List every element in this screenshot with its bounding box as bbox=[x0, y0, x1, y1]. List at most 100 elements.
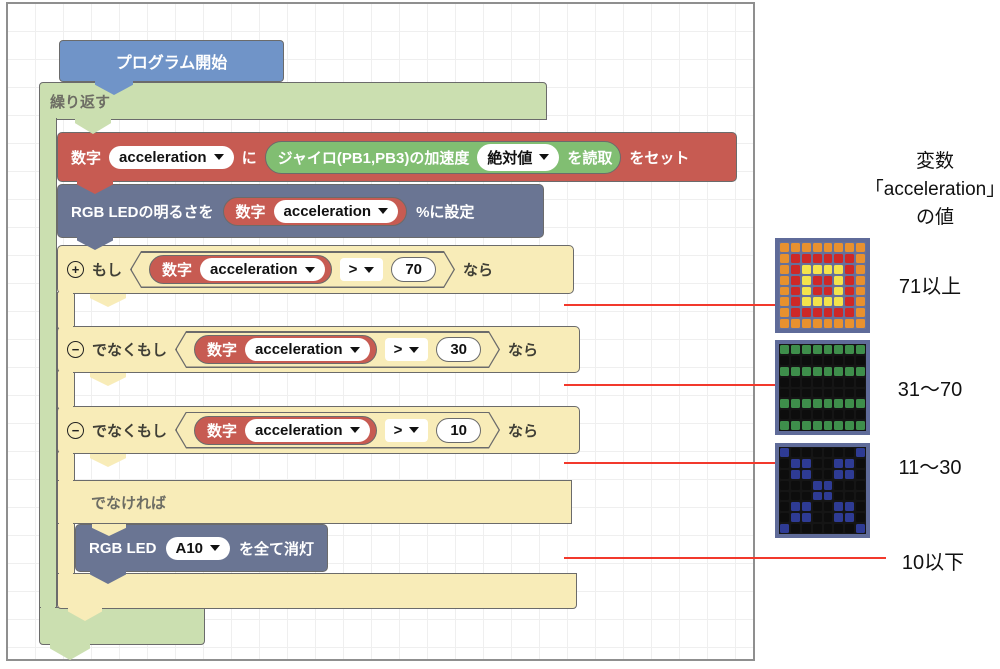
absolute-value-dropdown[interactable]: 絶対値 bbox=[477, 143, 560, 171]
collapse-icon[interactable]: − bbox=[67, 421, 84, 439]
block-seam-patch bbox=[59, 478, 73, 482]
elif-header-block[interactable]: − でなくもし 数字 acceleration > bbox=[57, 406, 580, 454]
led-cell bbox=[801, 297, 811, 307]
led-cell bbox=[801, 502, 811, 512]
led-cell bbox=[780, 480, 789, 490]
led-cell bbox=[812, 410, 822, 420]
led-cell bbox=[856, 421, 865, 430]
variable-dropdown-value: acceleration bbox=[255, 421, 343, 439]
led-cell bbox=[801, 355, 811, 365]
workspace-canvas[interactable]: 繰り返す プログラム開始 数字 acceleration に ジャイロ(PB1,… bbox=[6, 2, 755, 661]
led-cell bbox=[790, 524, 800, 533]
if-header-block[interactable]: + もし 数字 acceleration > 70 なら bbox=[57, 245, 574, 294]
led-cell bbox=[812, 513, 822, 523]
led-cell bbox=[801, 264, 811, 274]
led-cell bbox=[780, 377, 789, 387]
brightness-suffix-label: %に設定 bbox=[416, 203, 475, 221]
led-cell bbox=[834, 524, 844, 533]
connector-line-71 bbox=[564, 304, 775, 306]
led-cell bbox=[790, 448, 800, 457]
led-cell bbox=[834, 377, 844, 387]
slot-connector-tab bbox=[90, 373, 126, 386]
led-cell bbox=[801, 421, 811, 430]
led-cell bbox=[790, 308, 800, 318]
operator-dropdown[interactable]: > bbox=[339, 258, 384, 281]
particle-label: に bbox=[241, 149, 257, 167]
led-cell bbox=[823, 448, 833, 457]
legend-title: 変数 「acceleration」 の値 bbox=[830, 148, 1000, 232]
number-variable-reporter[interactable]: 数字 acceleration bbox=[194, 335, 377, 364]
block-seam-patch bbox=[59, 404, 73, 408]
led-cell bbox=[856, 524, 865, 533]
led-cell bbox=[801, 388, 811, 398]
program-start-block[interactable]: プログラム開始 bbox=[59, 40, 284, 82]
led-cell bbox=[780, 388, 789, 398]
led-cell bbox=[780, 355, 789, 365]
number-variable-reporter[interactable]: 数字 acceleration bbox=[222, 196, 408, 226]
threshold-field[interactable]: 10 bbox=[436, 417, 482, 443]
led-cell bbox=[812, 275, 822, 285]
led-cell bbox=[823, 399, 833, 409]
led-cell bbox=[790, 502, 800, 512]
led-cell bbox=[790, 264, 800, 274]
expand-icon[interactable]: + bbox=[67, 261, 84, 278]
variable-dropdown[interactable]: acceleration bbox=[245, 418, 370, 442]
if-keyword: もし bbox=[92, 262, 123, 279]
led-cell bbox=[845, 366, 855, 376]
led-cell bbox=[780, 253, 789, 263]
led-cell bbox=[812, 502, 822, 512]
led-cell bbox=[845, 421, 855, 430]
range-label-10: 10以下 bbox=[901, 552, 965, 574]
number-variable-reporter[interactable]: 数字 acceleration bbox=[194, 415, 377, 445]
led-cell bbox=[845, 458, 855, 468]
led-cell bbox=[845, 286, 855, 296]
led-brightness-block[interactable]: RGB LEDの明るさを 数字 acceleration %に設定 bbox=[57, 184, 544, 238]
led-off-prefix-label: RGB LED bbox=[89, 539, 157, 557]
number-variable-reporter[interactable]: 数字 acceleration bbox=[149, 255, 332, 284]
led-cell bbox=[834, 469, 844, 479]
variable-dropdown[interactable]: acceleration bbox=[245, 338, 370, 361]
led-cell bbox=[812, 319, 822, 328]
variable-dropdown[interactable]: acceleration bbox=[273, 199, 399, 223]
led-cell bbox=[834, 399, 844, 409]
if-bottom-bar[interactable] bbox=[57, 573, 577, 609]
collapse-icon[interactable]: − bbox=[67, 341, 84, 358]
repeat-block-bottom[interactable] bbox=[39, 607, 205, 645]
led-cell bbox=[790, 275, 800, 285]
elif-header-block[interactable]: − でなくもし 数字 acceleration > bbox=[57, 326, 580, 373]
led-cell bbox=[845, 524, 855, 533]
dropdown-caret-icon bbox=[409, 346, 420, 353]
led-cell bbox=[856, 513, 865, 523]
else-bar[interactable]: でなければ bbox=[57, 480, 572, 524]
variable-dropdown-value: acceleration bbox=[210, 261, 298, 278]
led-cell bbox=[790, 319, 800, 328]
led-cell bbox=[845, 319, 855, 328]
led-cell bbox=[856, 355, 865, 365]
operator-dropdown[interactable]: > bbox=[384, 338, 429, 361]
legend-title-line: の値 bbox=[915, 207, 954, 228]
led-cell bbox=[834, 366, 844, 376]
port-dropdown[interactable]: A10 bbox=[165, 536, 231, 560]
led-cell bbox=[812, 377, 822, 387]
variable-dropdown[interactable]: acceleration bbox=[200, 258, 325, 281]
led-cell bbox=[812, 286, 822, 296]
threshold-field[interactable]: 30 bbox=[436, 337, 482, 362]
program-start-label: プログラム開始 bbox=[115, 55, 228, 72]
brightness-prefix-label: RGB LEDの明るさを bbox=[71, 203, 214, 221]
led-cell bbox=[801, 308, 811, 318]
led-cell bbox=[845, 469, 855, 479]
led-cell bbox=[790, 366, 800, 376]
led-cell bbox=[856, 491, 865, 501]
variable-dropdown[interactable]: acceleration bbox=[109, 145, 234, 169]
led-cell bbox=[801, 410, 811, 420]
gyro-label: ジャイロ(PB1,PB3)の加速度 bbox=[277, 149, 470, 167]
operator-dropdown[interactable]: > bbox=[384, 418, 429, 442]
threshold-field[interactable]: 70 bbox=[391, 257, 437, 282]
repeat-block-spine[interactable] bbox=[39, 118, 57, 609]
led-cell bbox=[812, 264, 822, 274]
led-cell bbox=[834, 355, 844, 365]
set-variable-block[interactable]: 数字 acceleration に ジャイロ(PB1,PB3)の加速度 絶対値 … bbox=[57, 132, 737, 182]
led-cell bbox=[823, 275, 833, 285]
gyro-reporter-block[interactable]: ジャイロ(PB1,PB3)の加速度 絶対値 を読取 bbox=[264, 140, 622, 174]
led-cell bbox=[823, 524, 833, 533]
